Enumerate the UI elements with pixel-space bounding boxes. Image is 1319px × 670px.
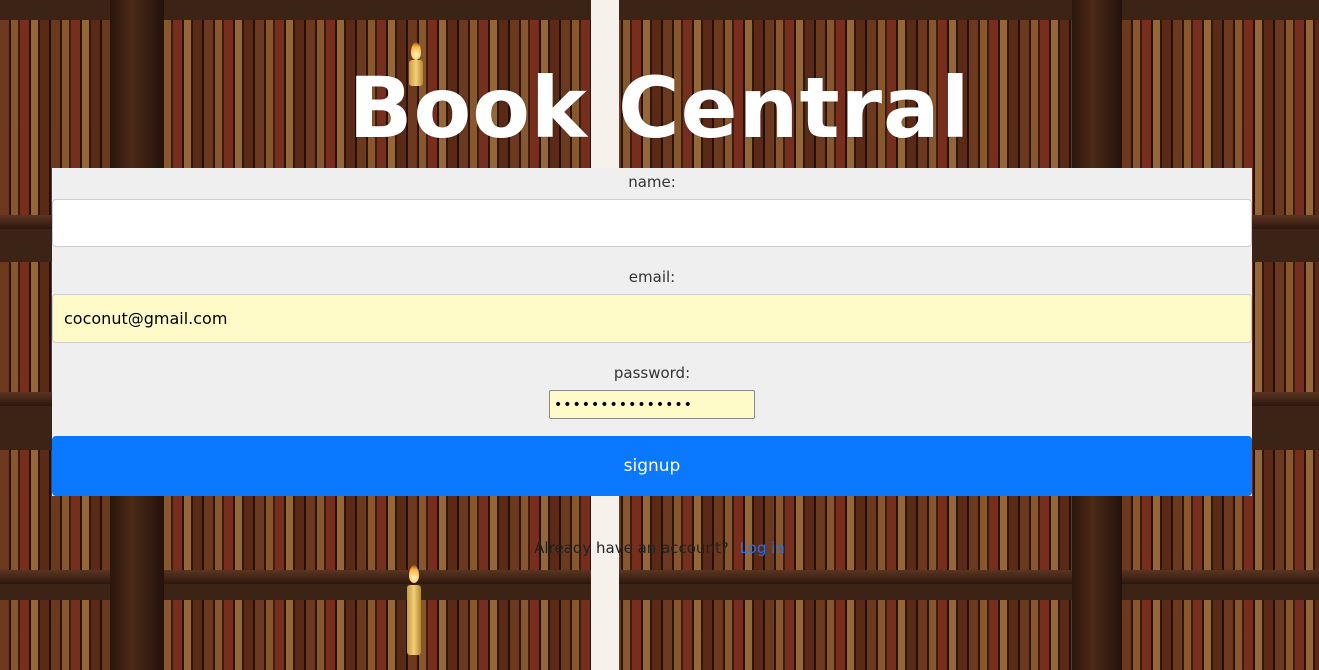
login-prompt-text: Already have an account?: [534, 539, 729, 557]
login-link[interactable]: Log in: [740, 539, 785, 557]
signup-button[interactable]: signup: [52, 436, 1252, 496]
signup-form: name: email: password: signup: [52, 168, 1252, 496]
password-input[interactable]: [549, 390, 755, 419]
email-label: email:: [628, 268, 676, 286]
flame-icon: [409, 565, 419, 583]
password-label: password:: [613, 364, 691, 382]
name-input[interactable]: [52, 199, 1252, 247]
name-label: name:: [628, 173, 676, 191]
page-title: Book Central: [348, 59, 971, 157]
login-prompt: Already have an account? Log in: [0, 537, 1319, 559]
email-input[interactable]: [52, 294, 1252, 343]
candle-icon: [407, 585, 421, 655]
